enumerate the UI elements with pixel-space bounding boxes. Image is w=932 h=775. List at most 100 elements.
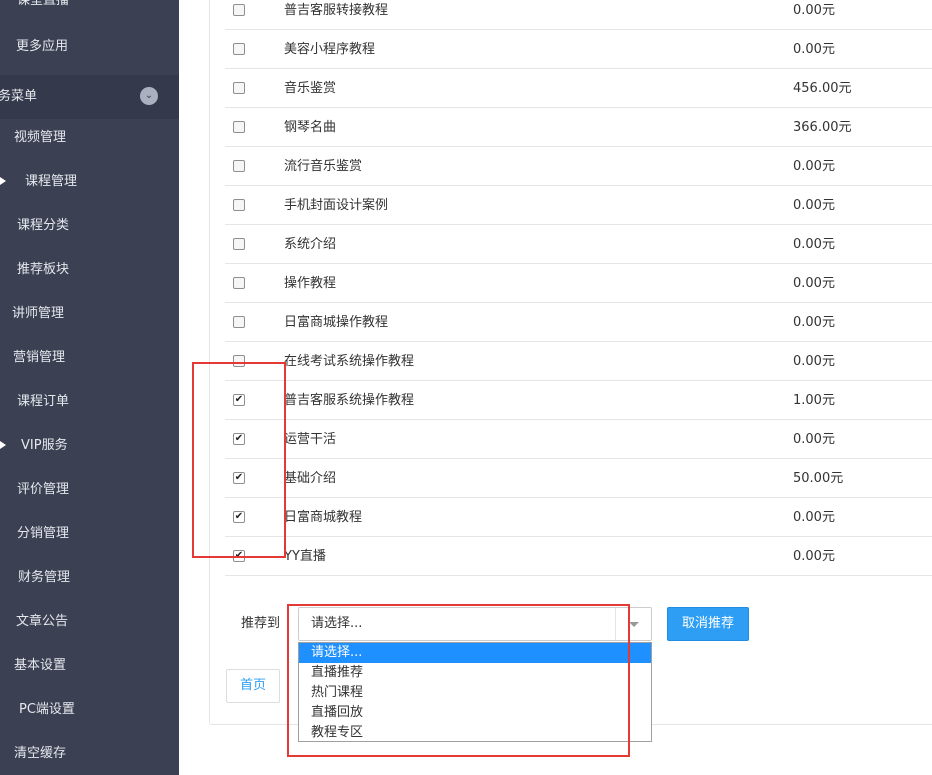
- sidebar-item-settings[interactable]: 基本设置: [0, 644, 179, 688]
- course-name: 美容小程序教程: [284, 42, 376, 57]
- sidebar: 课堂直播 更多应用 务菜单 ⌄ 视频管理 课程管理 课程分类 推荐板块 讲师管理…: [0, 0, 179, 775]
- sidebar-item-finance[interactable]: 财务管理: [0, 556, 179, 600]
- row-checkbox[interactable]: [233, 316, 245, 328]
- course-price: 0.00元: [793, 354, 835, 369]
- sidebar-item-partial[interactable]: 课堂直播: [0, 0, 179, 23]
- course-price: 0.00元: [793, 237, 835, 252]
- sidebar-item-course[interactable]: 课程管理: [0, 160, 179, 204]
- course-name: 在线考试系统操作教程: [284, 354, 415, 369]
- sidebar-item-label: 讲师管理: [12, 306, 65, 321]
- sidebar-item-label: 课程订单: [17, 394, 70, 409]
- sidebar-item-label: 财务管理: [18, 570, 71, 585]
- course-price: 0.00元: [793, 315, 835, 330]
- row-checkbox[interactable]: [233, 160, 245, 172]
- course-price: 366.00元: [793, 120, 852, 135]
- sidebar-item-label: 课程分类: [17, 218, 70, 233]
- sidebar-item-vip[interactable]: VIP服务: [0, 424, 179, 468]
- sidebar-item-more-apps[interactable]: 更多应用: [0, 25, 179, 69]
- sidebar-item-label: 推荐板块: [17, 262, 70, 277]
- course-price: 0.00元: [793, 276, 835, 291]
- app-root: 课堂直播 更多应用 务菜单 ⌄ 视频管理 课程管理 课程分类 推荐板块 讲师管理…: [0, 0, 932, 775]
- recommend-label: 推荐到: [241, 616, 281, 631]
- highlight-box-dropdown: [287, 604, 630, 757]
- table-row: 在线考试系统操作教程 0.00元: [225, 342, 932, 381]
- sidebar-item-label: 文章公告: [16, 614, 69, 629]
- course-price: 0.00元: [793, 3, 835, 18]
- course-name: 手机封面设计案例: [284, 198, 389, 213]
- expand-arrow-icon: [0, 441, 6, 449]
- sidebar-item-recommend[interactable]: 推荐板块: [0, 248, 179, 292]
- course-name: 基础介绍: [284, 471, 337, 486]
- course-name: 操作教程: [284, 276, 337, 291]
- table-row: 系统介绍 0.00元: [225, 225, 932, 264]
- course-name: 普吉客服转接教程: [284, 3, 389, 18]
- sidebar-item-label: 分销管理: [17, 526, 70, 541]
- row-checkbox[interactable]: [233, 43, 245, 55]
- row-checkbox[interactable]: [233, 199, 245, 211]
- sidebar-item-label: 视频管理: [14, 130, 67, 145]
- sidebar-item-distribution[interactable]: 分销管理: [0, 512, 179, 556]
- course-price: 0.00元: [793, 198, 835, 213]
- course-name: 运营干活: [284, 432, 337, 447]
- sidebar-item-marketing[interactable]: 营销管理: [0, 336, 179, 380]
- table-row: ✔ YY直播 0.00元: [225, 537, 932, 576]
- course-name: 日富商城操作教程: [284, 315, 389, 330]
- course-name: 日富商城教程: [284, 510, 363, 525]
- table-row: 流行音乐鉴赏 0.00元: [225, 147, 932, 186]
- sidebar-item-label: 评价管理: [17, 482, 70, 497]
- row-checkbox[interactable]: [233, 121, 245, 133]
- course-price: 1.00元: [793, 393, 835, 408]
- table-row: ✔ 日富商城教程 0.00元: [225, 498, 932, 537]
- sidebar-item-label: 更多应用: [16, 39, 69, 54]
- active-arrow-icon: [0, 177, 6, 185]
- course-price: 0.00元: [793, 510, 835, 525]
- table-row: ✔ 基础介绍 50.00元: [225, 459, 932, 498]
- pagination-first-button[interactable]: 首页: [226, 669, 280, 703]
- sidebar-item-articles[interactable]: 文章公告: [0, 600, 179, 644]
- sidebar-item-video[interactable]: 视频管理: [0, 116, 179, 160]
- table-row: 日富商城操作教程 0.00元: [225, 303, 932, 342]
- course-price: 0.00元: [793, 159, 835, 174]
- course-price: 0.00元: [793, 432, 835, 447]
- course-name: 普吉客服系统操作教程: [284, 393, 415, 408]
- course-price: 50.00元: [793, 471, 844, 486]
- cancel-recommend-button[interactable]: 取消推荐: [667, 607, 749, 641]
- sidebar-item-label: 清空缓存: [14, 746, 67, 761]
- course-price: 0.00元: [793, 42, 835, 57]
- sidebar-item-label: 基本设置: [14, 658, 67, 673]
- course-name: 钢琴名曲: [284, 120, 337, 135]
- table-row: ✔ 运营干活 0.00元: [225, 420, 932, 459]
- table-row: 美容小程序教程 0.00元: [225, 30, 932, 69]
- sidebar-item-orders[interactable]: 课程订单: [0, 380, 179, 424]
- sidebar-item-pc-settings[interactable]: PC端设置: [0, 688, 179, 732]
- course-price: 0.00元: [793, 549, 835, 564]
- sidebar-item-label: 营销管理: [13, 350, 66, 365]
- sidebar-group-menu[interactable]: 务菜单 ⌄: [0, 75, 179, 119]
- sidebar-item-label: VIP服务: [21, 438, 68, 453]
- sidebar-item-label: 课程管理: [25, 174, 78, 189]
- chevron-down-icon[interactable]: ⌄: [140, 87, 158, 105]
- table-row: 音乐鉴赏 456.00元: [225, 69, 932, 108]
- table-row: 钢琴名曲 366.00元: [225, 108, 932, 147]
- sidebar-item-review[interactable]: 评价管理: [0, 468, 179, 512]
- course-name: 流行音乐鉴赏: [284, 159, 363, 174]
- table-row: 普吉客服转接教程 0.00元: [225, 0, 932, 30]
- caret-down-icon[interactable]: [629, 622, 639, 627]
- sidebar-item-clear-cache[interactable]: 清空缓存: [0, 732, 179, 775]
- sidebar-group-label: 务菜单: [0, 89, 38, 104]
- table-row: ✔ 普吉客服系统操作教程 1.00元: [225, 381, 932, 420]
- course-name: 音乐鉴赏: [284, 81, 337, 96]
- row-checkbox[interactable]: [233, 4, 245, 16]
- row-checkbox[interactable]: [233, 82, 245, 94]
- course-price: 456.00元: [793, 81, 852, 96]
- row-checkbox[interactable]: [233, 277, 245, 289]
- table-row: 手机封面设计案例 0.00元: [225, 186, 932, 225]
- course-name: YY直播: [284, 549, 326, 564]
- sidebar-item-teacher[interactable]: 讲师管理: [0, 292, 179, 336]
- highlight-box-checkboxes: [192, 362, 286, 558]
- sidebar-item-category[interactable]: 课程分类: [0, 204, 179, 248]
- sidebar-item-label: PC端设置: [19, 702, 75, 717]
- table-row: 操作教程 0.00元: [225, 264, 932, 303]
- course-name: 系统介绍: [284, 237, 337, 252]
- row-checkbox[interactable]: [233, 238, 245, 250]
